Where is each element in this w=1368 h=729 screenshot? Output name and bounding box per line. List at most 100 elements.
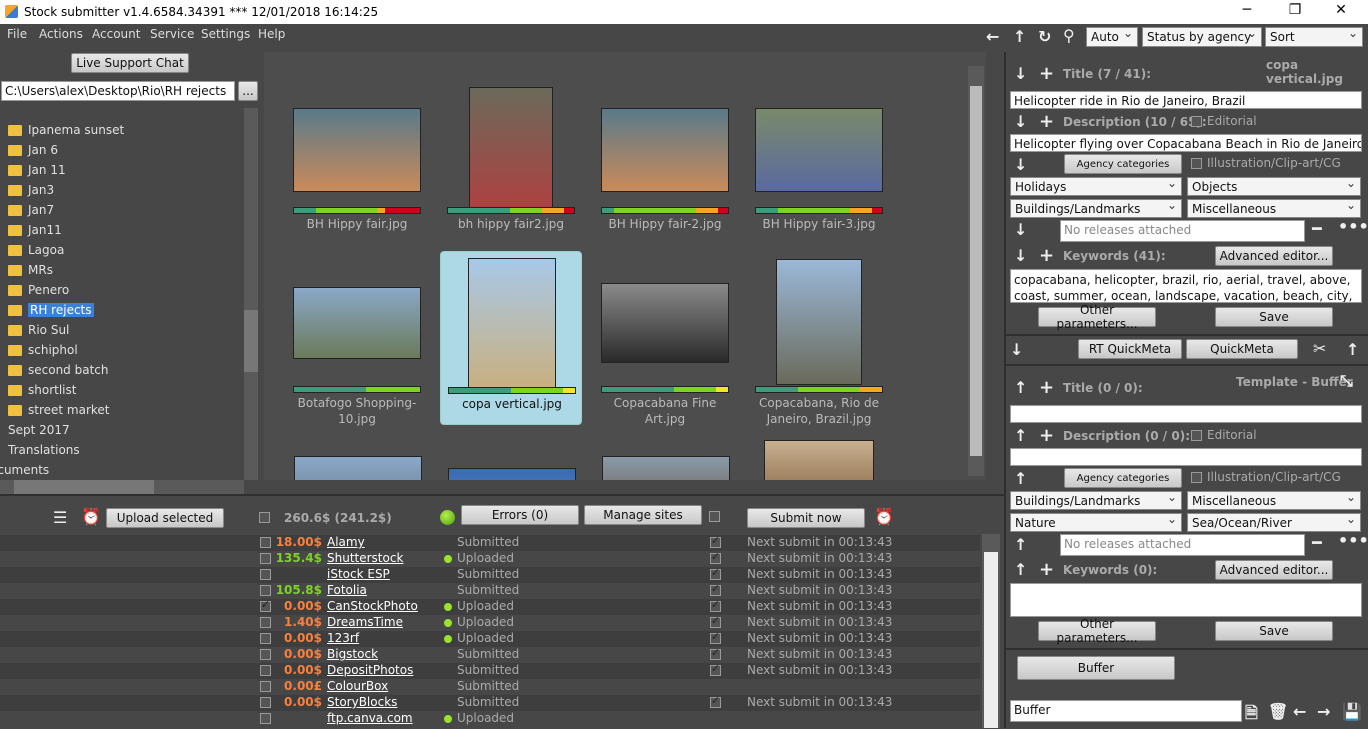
editorial-checkbox[interactable] (1191, 116, 1202, 127)
site-row[interactable]: 0.00$ StoryBlocks Submitted Next submit in … (0, 694, 980, 711)
menu-help[interactable]: Help (258, 27, 285, 41)
upload-selected-button[interactable]: Upload selected (106, 508, 224, 528)
save-button[interactable]: Save (1215, 307, 1333, 327)
auto-select[interactable]: Auto (1086, 27, 1138, 47)
menu-file[interactable]: File (7, 27, 27, 41)
up-arrow-icon[interactable]: ↑ (1014, 535, 1027, 554)
site-row[interactable]: 0.00$ DepositPhotos Submitted Next submit i… (0, 662, 980, 679)
template-releases-field[interactable]: No releases attached (1060, 534, 1305, 556)
up-arrow-icon[interactable]: ↑ (1013, 27, 1026, 46)
site-link[interactable]: StoryBlocks (327, 695, 397, 709)
menu-actions[interactable]: Actions (39, 27, 83, 41)
tree-item[interactable]: Translations (8, 440, 80, 460)
site-select-checkbox[interactable] (260, 569, 271, 580)
category-4-select[interactable]: Miscellaneous (1187, 199, 1361, 218)
up-arrow-icon[interactable]: ↑ (1014, 378, 1027, 397)
add-icon[interactable]: + (1039, 111, 1054, 132)
auto-submit-checkbox[interactable] (710, 598, 721, 612)
advanced-editor-button[interactable]: Advanced editor... (1215, 246, 1333, 266)
tree-item[interactable]: schiphol (8, 340, 78, 360)
site-row[interactable]: 0.00£ ColourBox Submitted (0, 679, 980, 695)
auto-submit-checkbox[interactable] (710, 566, 721, 580)
site-row[interactable]: ftp.canva.com Uploaded (0, 711, 980, 727)
thumbs-scroll-thumb[interactable] (970, 86, 982, 456)
auto-submit-checkbox[interactable] (710, 614, 721, 628)
thumbnail[interactable]: Botafogo Shopping-10.jpg (286, 251, 428, 426)
tree-item[interactable]: second batch (8, 360, 109, 380)
down-arrow-icon[interactable]: ↓ (1014, 112, 1027, 131)
tree-item[interactable]: Jan 11 (8, 160, 66, 180)
tree-item[interactable]: Sept 2017 (8, 420, 70, 440)
category-3-select[interactable]: Buildings/Landmarks (1010, 199, 1182, 218)
schedule-alarm-icon[interactable]: ⏰ (874, 507, 894, 526)
template-advanced-editor-button[interactable]: Advanced editor... (1215, 560, 1333, 580)
sites-scroll-thumb[interactable] (984, 552, 998, 728)
auto-submit-checkbox[interactable] (710, 534, 721, 548)
refresh-icon[interactable]: ↻ (1038, 27, 1051, 46)
releases-field[interactable]: No releases attached (1060, 220, 1305, 242)
down-arrow-icon[interactable]: ↓ (1014, 64, 1027, 83)
auto-submit-checkbox[interactable] (710, 582, 721, 596)
add-icon[interactable]: + (1039, 425, 1054, 446)
site-link[interactable]: ftp.canva.com (327, 711, 413, 725)
manage-sites-button[interactable]: Manage sites (584, 505, 702, 525)
menu-account[interactable]: Account (92, 27, 140, 41)
agency-categories-button[interactable]: Agency categories (1064, 154, 1182, 174)
save-disk-icon[interactable]: 💾 (1342, 702, 1362, 721)
quickmeta-button[interactable]: QuickMeta (1186, 339, 1298, 359)
tree-scrollbar[interactable] (244, 108, 258, 480)
tree-item[interactable]: street market (8, 400, 110, 420)
more-icon[interactable]: ••• (1338, 217, 1368, 236)
back-arrow-icon[interactable]: ← (986, 27, 999, 46)
tools-icon[interactable]: ✂ (1313, 339, 1326, 358)
auto-submit-checkbox[interactable] (710, 694, 721, 708)
sort-select[interactable]: Sort (1265, 27, 1363, 47)
rt-quickmeta-button[interactable]: RT QuickMeta (1078, 339, 1182, 359)
tree-scroll-thumb[interactable] (244, 310, 258, 372)
site-row[interactable]: 1.40$ DreamsTime Uploaded Next submit in 00… (0, 614, 980, 631)
submit-all-checkbox[interactable] (709, 511, 720, 522)
document-icon[interactable]: 🗎 (1245, 702, 1258, 729)
thumbnail[interactable]: Copacabana Fine Art.jpg (594, 251, 736, 426)
site-row[interactable]: iStock ESP Submitted Next submit in 00:13:… (0, 566, 980, 583)
down-arrow-icon[interactable]: ↓ (1014, 246, 1027, 265)
thumbnail-image[interactable] (602, 456, 730, 480)
up-arrow-icon[interactable]: ↑ (1014, 469, 1027, 488)
submit-now-button[interactable]: Submit now (747, 508, 865, 528)
thumbnail-image[interactable] (764, 440, 874, 480)
site-link[interactable]: Fotolia (327, 583, 367, 597)
more-icon[interactable]: ••• (1338, 531, 1368, 550)
auto-submit-checkbox[interactable] (710, 550, 721, 564)
thumbnail[interactable]: BH Hippy fair.jpg (286, 72, 428, 246)
auto-submit-checkbox[interactable] (710, 630, 721, 644)
template-category-1-select[interactable]: Buildings/Landmarks (1010, 491, 1182, 510)
tree-item[interactable]: Penero (8, 280, 69, 300)
tree-item[interactable]: Jan 6 (8, 140, 58, 160)
tree-item[interactable]: RH rejects (8, 300, 94, 320)
keywords-field[interactable]: copacabana, helicopter, brazil, rio, aer… (1010, 269, 1362, 303)
title-field[interactable]: Helicopter ride in Rio de Janeiro, Brazi… (1010, 91, 1362, 109)
alarm-icon[interactable]: ⏰ (81, 507, 101, 526)
list-icon[interactable]: ☰ (53, 508, 67, 527)
down-arrow-icon[interactable]: ↓ (1014, 220, 1027, 239)
down-arrow-icon[interactable]: ↓ (1010, 340, 1023, 359)
status-by-agency-select[interactable]: Status by agency (1142, 27, 1262, 47)
site-row[interactable]: 18.00$ Alamy Submitted Next submit in 00:13… (0, 534, 980, 551)
search-icon[interactable]: ⚲ (1063, 26, 1075, 45)
site-link[interactable]: ColourBox (327, 679, 388, 693)
site-link[interactable]: DreamsTime (327, 615, 403, 629)
add-icon[interactable]: + (1039, 63, 1054, 84)
thumbnail[interactable]: copa vertical.jpg (440, 251, 582, 425)
close-button[interactable]: ✕ (1326, 2, 1356, 22)
remove-release-icon[interactable]: ━ (1312, 533, 1322, 552)
template-category-4-select[interactable]: Sea/Ocean/River (1187, 513, 1361, 532)
category-1-select[interactable]: Holidays (1010, 177, 1182, 196)
site-row[interactable]: 135.4$ Shutterstock Uploaded Next submit in… (0, 550, 980, 567)
tree-item[interactable]: Rio Sul (8, 320, 69, 340)
template-category-2-select[interactable]: Miscellaneous (1187, 491, 1361, 510)
site-link[interactable]: Shutterstock (327, 551, 403, 565)
auto-submit-checkbox[interactable] (710, 662, 721, 676)
site-link[interactable]: DepositPhotos (327, 663, 413, 677)
thumbnail[interactable]: Copacabana, Rio de Janeiro, Brazil.jpg (748, 251, 890, 426)
other-parameters-button[interactable]: Other parameters... (1038, 303, 1156, 331)
